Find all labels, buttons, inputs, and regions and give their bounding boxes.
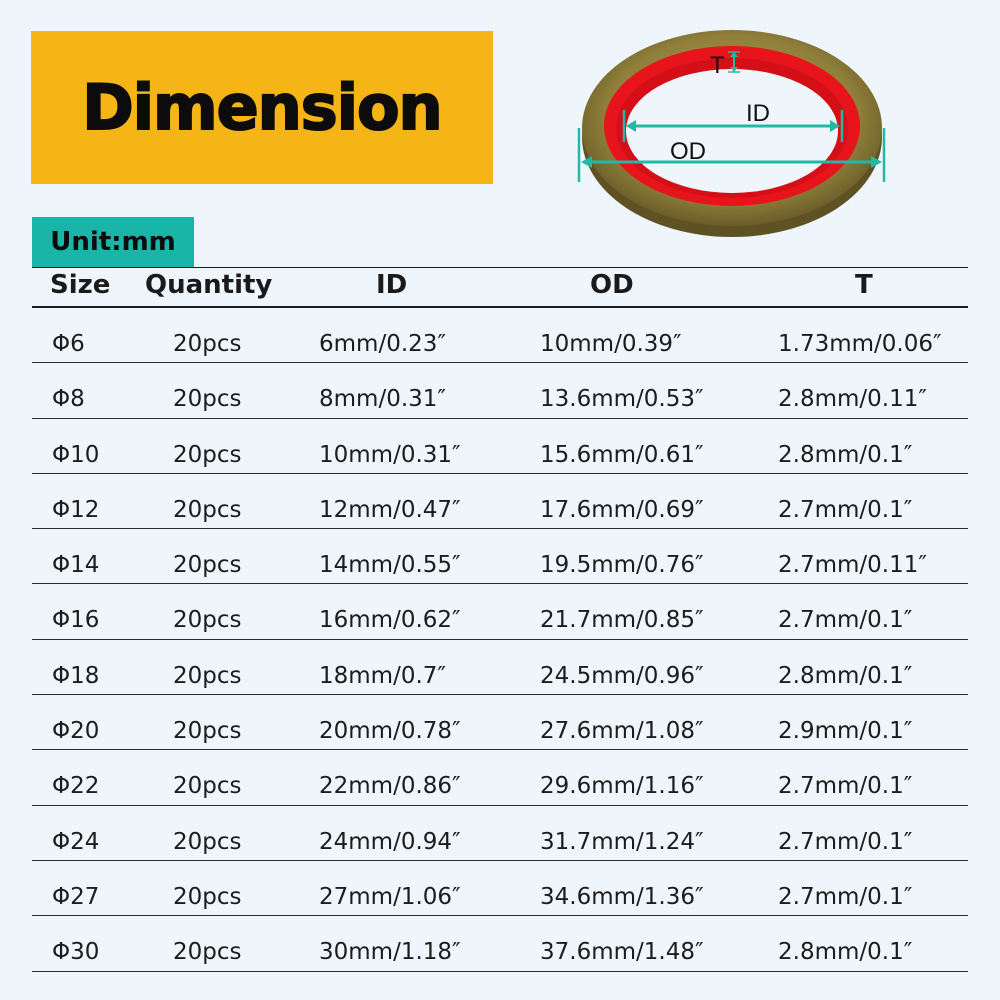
- cell-t: 2.7mm/0.11″: [778, 552, 927, 579]
- label-t: T: [710, 52, 725, 79]
- washer-hole: [626, 69, 838, 193]
- cell-size: Φ14: [52, 552, 100, 579]
- cell-quantity: 20pcs: [173, 386, 242, 413]
- cell-id: 10mm/0.31″: [319, 441, 461, 468]
- cell-id: 6mm/0.23″: [319, 331, 446, 357]
- cell-id: 12mm/0.47″: [319, 496, 461, 523]
- header-size: Size: [50, 270, 111, 300]
- label-id: ID: [746, 100, 770, 127]
- cell-t: 2.8mm/0.1″: [778, 939, 913, 966]
- table-row: Φ18 20pcs 18mm/0.7″ 24.5mm/0.96″ 2.8mm/0.1″: [32, 640, 968, 696]
- table-row: Φ14 20pcs 14mm/0.55″ 19.5mm/0.76″ 2.7mm/0.11…: [32, 529, 968, 585]
- header-quantity: Quantity: [145, 270, 273, 300]
- cell-t: 2.7mm/0.1″: [778, 828, 913, 855]
- table-row: Φ16 20pcs 16mm/0.62″ 21.7mm/0.85″ 2.7mm/0.1″: [32, 584, 968, 640]
- cell-size: Φ30: [52, 939, 100, 966]
- cell-t: 2.9mm/0.1″: [778, 718, 913, 745]
- cell-od: 27.6mm/1.08″: [540, 718, 704, 745]
- cell-t: 2.7mm/0.1″: [778, 607, 913, 634]
- cell-id: 30mm/1.18″: [319, 939, 461, 966]
- cell-quantity: 20pcs: [173, 496, 242, 523]
- cell-od: 29.6mm/1.16″: [540, 773, 704, 800]
- title-banner: Dimension: [31, 31, 493, 184]
- cell-id: 8mm/0.31″: [319, 386, 446, 413]
- cell-id: 16mm/0.62″: [319, 607, 461, 634]
- cell-size: Φ22: [52, 773, 100, 800]
- cell-id: 18mm/0.7″: [319, 662, 446, 689]
- cell-size: Φ12: [52, 496, 100, 523]
- cell-size: Φ16: [52, 607, 100, 634]
- cell-quantity: 20pcs: [173, 662, 242, 689]
- table-header: Size Quantity ID OD T: [0, 270, 1000, 306]
- cell-quantity: 20pcs: [173, 607, 242, 634]
- cell-t: 2.8mm/0.11″: [778, 386, 927, 413]
- cell-od: 15.6mm/0.61″: [540, 441, 704, 468]
- cell-size: Φ10: [52, 441, 100, 468]
- cell-od: 21.7mm/0.85″: [540, 607, 704, 634]
- cell-quantity: 20pcs: [173, 331, 242, 357]
- cell-size: Φ6: [52, 331, 85, 357]
- table-row: Φ27 20pcs 27mm/1.06″ 34.6mm/1.36″ 2.7mm/0.1″: [32, 861, 968, 917]
- cell-quantity: 20pcs: [173, 939, 242, 966]
- cell-t: 2.8mm/0.1″: [778, 441, 913, 468]
- divider: [32, 267, 968, 268]
- table-row: Φ30 20pcs 30mm/1.18″ 37.6mm/1.48″ 2.8mm/0.1″: [32, 916, 968, 972]
- cell-od: 10mm/0.39″: [540, 331, 682, 357]
- cell-od: 31.7mm/1.24″: [540, 828, 704, 855]
- table-row: Φ20 20pcs 20mm/0.78″ 27.6mm/1.08″ 2.9mm/0.1″: [32, 695, 968, 751]
- cell-size: Φ20: [52, 718, 100, 745]
- cell-quantity: 20pcs: [173, 441, 242, 468]
- label-od: OD: [670, 138, 706, 165]
- header-t: T: [855, 270, 873, 300]
- table-row: Φ6 20pcs 6mm/0.23″ 10mm/0.39″ 1.73mm/0.06″: [32, 308, 968, 364]
- table-body: Φ6 20pcs 6mm/0.23″ 10mm/0.39″ 1.73mm/0.06″ Φ…: [0, 308, 1000, 972]
- cell-size: Φ18: [52, 662, 100, 689]
- cell-id: 24mm/0.94″: [319, 828, 461, 855]
- header-od: OD: [590, 270, 634, 300]
- cell-quantity: 20pcs: [173, 883, 242, 910]
- cell-size: Φ8: [52, 386, 85, 413]
- cell-od: 24.5mm/0.96″: [540, 662, 704, 689]
- cell-od: 34.6mm/1.36″: [540, 883, 704, 910]
- table-row: Φ22 20pcs 22mm/0.86″ 29.6mm/1.16″ 2.7mm/0.1″: [32, 750, 968, 806]
- cell-id: 14mm/0.55″: [319, 552, 461, 579]
- cell-t: 2.7mm/0.1″: [778, 496, 913, 523]
- cell-t: 2.8mm/0.1″: [778, 662, 913, 689]
- table-row: Φ24 20pcs 24mm/0.94″ 31.7mm/1.24″ 2.7mm/0.1″: [32, 806, 968, 861]
- cell-size: Φ27: [52, 883, 100, 910]
- cell-t: 1.73mm/0.06″: [778, 331, 942, 357]
- table-row: Φ10 20pcs 10mm/0.31″ 15.6mm/0.61″ 2.8mm/0.1″: [32, 419, 968, 474]
- page-title: Dimension: [81, 70, 443, 145]
- cell-quantity: 20pcs: [173, 552, 242, 579]
- table-row: Φ12 20pcs 12mm/0.47″ 17.6mm/0.69″ 2.7mm/0.1″: [32, 474, 968, 530]
- unit-badge: Unit:mm: [32, 217, 194, 267]
- cell-od: 37.6mm/1.48″: [540, 939, 704, 966]
- cell-t: 2.7mm/0.1″: [778, 883, 913, 910]
- cell-od: 17.6mm/0.69″: [540, 496, 704, 523]
- cell-id: 27mm/1.06″: [319, 883, 461, 910]
- cell-od: 13.6mm/0.53″: [540, 386, 704, 413]
- table-row: Φ8 20pcs 8mm/0.31″ 13.6mm/0.53″ 2.8mm/0.11″: [32, 363, 968, 419]
- cell-size: Φ24: [52, 828, 100, 855]
- washer-diagram: T ID OD: [577, 30, 886, 237]
- header-id: ID: [376, 270, 408, 300]
- cell-id: 20mm/0.78″: [319, 718, 461, 745]
- cell-id: 22mm/0.86″: [319, 773, 461, 800]
- cell-quantity: 20pcs: [173, 828, 242, 855]
- cell-od: 19.5mm/0.76″: [540, 552, 704, 579]
- cell-quantity: 20pcs: [173, 718, 242, 745]
- cell-t: 2.7mm/0.1″: [778, 773, 913, 800]
- cell-quantity: 20pcs: [173, 773, 242, 800]
